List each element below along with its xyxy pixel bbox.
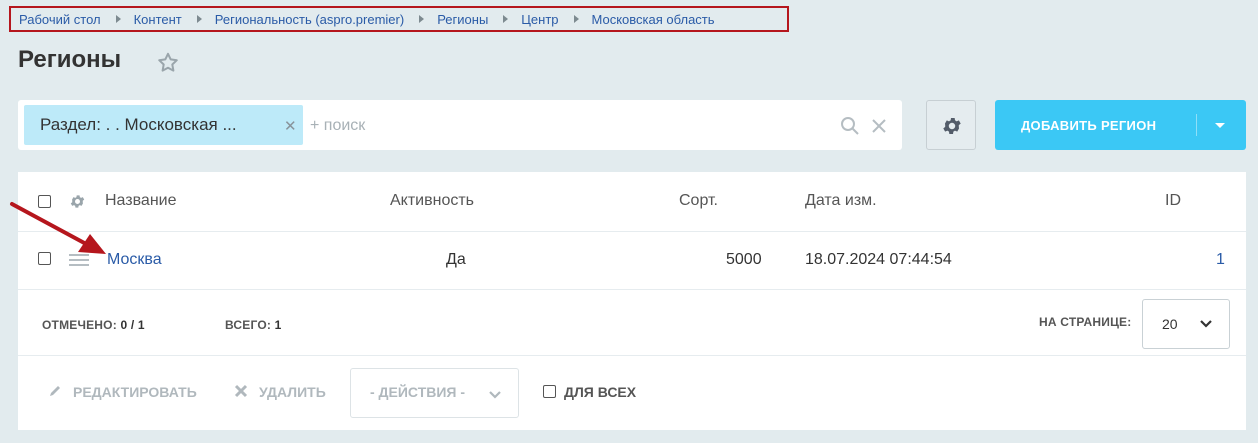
divider [18,355,1246,356]
column-header-active[interactable]: Активность [390,192,474,210]
edit-button[interactable]: РЕДАКТИРОВАТЬ [73,384,197,400]
chevron-right-icon [573,15,579,23]
settings-button[interactable] [926,100,976,150]
star-icon[interactable] [156,51,180,75]
row-date: 18.07.2024 07:44:54 [805,251,952,268]
for-all-label: ДЛЯ ВСЕХ [564,384,637,400]
row-id[interactable]: 1 [1216,251,1225,269]
row-name-link[interactable]: Москва [107,251,162,269]
filter-chip-label: Раздел: . . Московская ... [40,115,237,134]
actions-select-value: - ДЕЙСТВИЯ - [370,384,466,400]
checked-label: ОТМЕЧЕНО: [42,318,117,332]
button-divider [1196,114,1197,136]
row-sort: 5000 [726,251,762,268]
chevron-right-icon [503,15,509,23]
per-page-value: 20 [1162,316,1178,332]
gear-icon [943,118,961,134]
breadcrumb-item-content[interactable]: Контент [134,12,182,27]
breadcrumb-item-regions[interactable]: Регионы [437,12,488,27]
column-header-id[interactable]: ID [1165,192,1181,210]
breadcrumb-item-center[interactable]: Центр [521,12,558,27]
checked-value: 0 / 1 [120,318,145,332]
page-title: Регионы [18,46,122,73]
annotation-arrow [10,202,106,254]
total-value: 1 [274,318,282,332]
delete-x-icon [234,384,248,398]
checked-count: ОТМЕЧЕНО: 0 / 1 [42,318,145,332]
delete-button[interactable]: УДАЛИТЬ [259,384,326,400]
table-row[interactable] [18,232,1246,289]
chip-remove-icon[interactable]: ✕ [284,117,297,135]
row-active: Да [446,251,466,268]
total-label: ВСЕГО: [225,318,272,332]
search-input[interactable]: + поиск [310,117,365,135]
chevron-down-icon [1200,320,1212,328]
chevron-right-icon [196,15,202,23]
per-page-select[interactable]: 20 [1142,299,1230,349]
divider [18,289,1246,290]
chevron-down-icon [489,391,501,399]
column-header-sort[interactable]: Сорт. [679,192,718,210]
breadcrumb-item-desktop[interactable]: Рабочий стол [19,12,101,27]
column-header-name[interactable]: Название [105,192,177,210]
chevron-right-icon [115,15,121,23]
column-header-date[interactable]: Дата изм. [805,192,877,210]
per-page-label: НА СТРАНИЦЕ: [1039,315,1132,329]
actions-select[interactable]: - ДЕЙСТВИЯ - [350,368,519,418]
close-icon[interactable] [871,118,887,134]
total-count: ВСЕГО: 1 [225,318,281,332]
breadcrumb-item-moscow-oblast[interactable]: Московская область [592,12,715,27]
add-region-label: ДОБАВИТЬ РЕГИОН [1021,118,1157,133]
breadcrumb: Рабочий стол Контент Региональность (asp… [9,6,789,32]
search-icon[interactable] [840,116,860,136]
for-all-checkbox[interactable] [543,385,556,398]
pencil-icon [50,386,60,396]
breadcrumb-item-regionality[interactable]: Региональность (aspro.premier) [215,12,404,27]
chevron-right-icon [419,15,425,23]
caret-down-icon[interactable] [1215,123,1225,128]
